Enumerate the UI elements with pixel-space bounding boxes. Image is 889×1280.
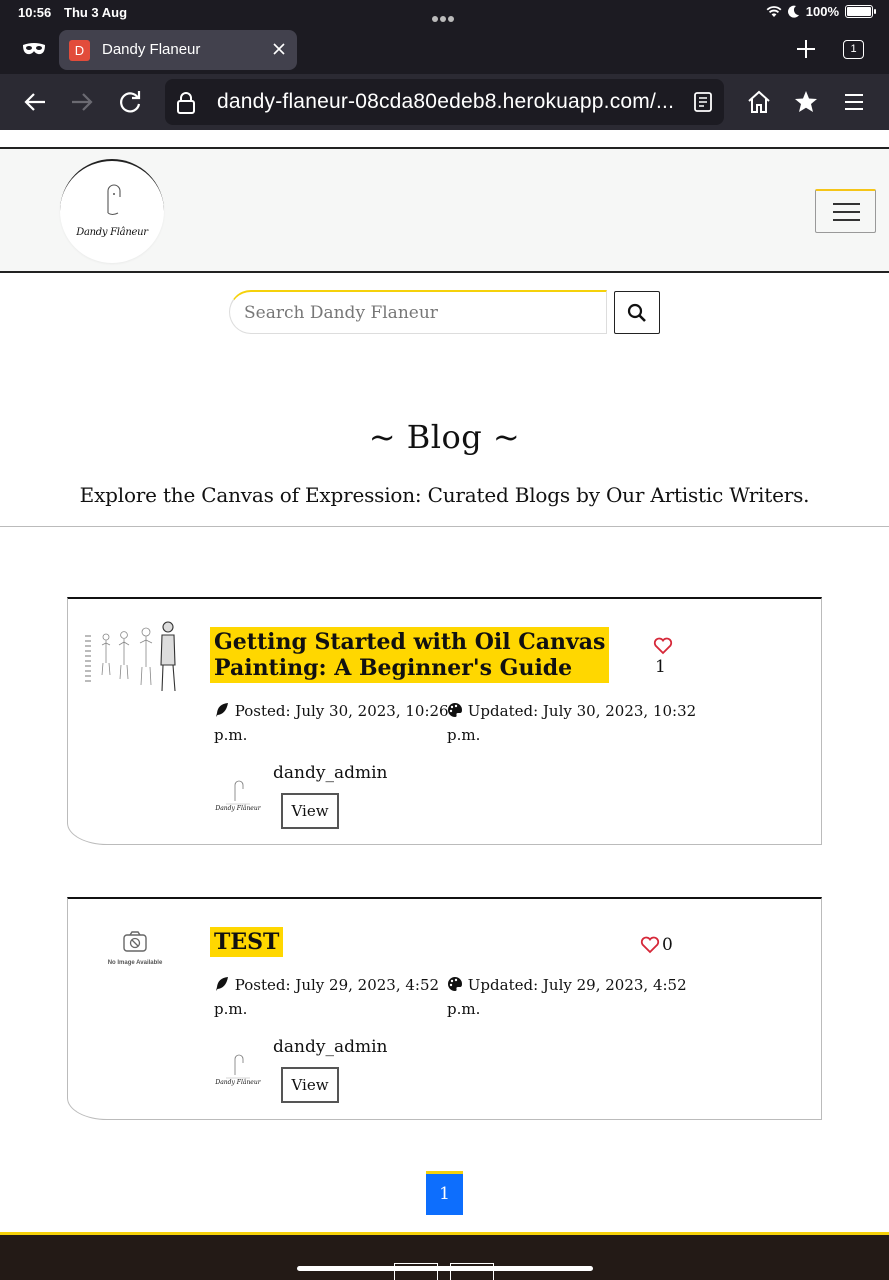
author-name: dandy_admin [273,763,388,783]
search-input[interactable] [229,290,607,334]
feather-icon [216,703,228,717]
status-time: 10:56 [18,5,52,20]
status-bar: 10:56 Thu 3 Aug 100% [0,0,889,26]
lock-icon [177,92,195,114]
back-arrow-icon[interactable] [21,88,49,116]
like-count: 0 [662,935,673,955]
forward-arrow-icon[interactable] [68,88,96,116]
no-image-text: No Image Available [107,960,163,966]
post-title-line: Getting Started with Oil Canvas [214,629,606,655]
search-icon [627,303,646,322]
author-avatar-text: Dandy Flâneur [215,805,261,812]
battery-percent: 100% [805,4,839,19]
logo-figure-icon [107,184,121,215]
posted-text: Posted: July 29, 2023, 4:52 [234,976,440,994]
heart-icon[interactable] [640,936,660,954]
url-bar[interactable]: dandy-flaneur-08cda80edeb8.herokuapp.com… [165,79,724,125]
updated-text-cont: p.m. [447,726,481,744]
bookmark-star-icon[interactable] [792,88,820,116]
menu-icon[interactable] [840,88,868,116]
page-title: ~ Blog ~ [368,418,521,456]
tab-bar: D Dandy Flaneur 1 [0,26,889,74]
battery-icon [845,5,876,18]
divider [0,526,889,527]
posted-text-cont: p.m. [214,1000,248,1018]
updated-text-cont: p.m. [447,1000,481,1018]
multitasking-dots-icon[interactable] [432,10,458,22]
tab-count-button[interactable]: 1 [843,40,864,59]
feather-icon [216,977,228,991]
hamburger-menu-button[interactable] [815,189,876,233]
search-button[interactable] [614,291,660,334]
palette-icon [448,703,462,717]
blog-post-card: No Image Available TEST 0 Posted: July 2… [67,897,822,1120]
view-post-button[interactable]: View [281,1067,339,1103]
posted-text-cont: p.m. [214,726,248,744]
page-subtitle: Explore the Canvas of Expression: Curate… [79,483,810,507]
moon-icon [787,5,799,18]
no-image-camera-icon [123,931,147,952]
posted-text: Posted: July 30, 2023, 10:26 [234,702,449,720]
view-post-button[interactable]: View [281,793,339,829]
tab-title: Dandy Flaneur [102,41,201,58]
author-logo-icon [226,1054,250,1079]
site-header: Dandy Flâneur [0,147,889,273]
new-tab-icon[interactable] [795,38,817,60]
updated-text: Updated: July 29, 2023, 4:52 [467,976,687,994]
palette-icon [448,977,462,991]
home-indicator[interactable] [297,1266,593,1271]
site-logo[interactable]: Dandy Flâneur [60,159,164,263]
author-avatar: Dandy Flâneur [212,773,264,825]
browser-toolbar: dandy-flaneur-08cda80edeb8.herokuapp.com… [0,74,889,130]
close-tab-icon[interactable] [271,41,287,57]
status-date: Thu 3 Aug [64,5,128,20]
logo-text: Dandy Flâneur [76,227,148,238]
like-counter[interactable]: 0 [640,935,673,955]
like-count: 1 [655,657,666,677]
updated-date: Updated: July 29, 2023, 4:52 p.m. [447,973,687,1021]
browser-tab[interactable]: D Dandy Flaneur [59,30,297,70]
blog-post-card: Getting Started with Oil Canvas Painting… [67,597,822,845]
post-title-line: TEST [214,929,280,955]
posted-date: Posted: July 29, 2023, 4:52 p.m. [214,973,439,1021]
updated-text: Updated: July 30, 2023, 10:32 [467,702,697,720]
like-counter[interactable]: 1 [653,635,673,677]
updated-date: Updated: July 30, 2023, 10:32 p.m. [447,699,696,747]
author-avatar: Dandy Flâneur [212,1047,264,1099]
post-thumbnail-sketch[interactable] [84,615,184,699]
post-title-line: Painting: A Beginner's Guide [214,655,573,681]
reload-icon[interactable] [116,88,144,116]
no-image-placeholder[interactable]: No Image Available [92,925,178,975]
private-mask-icon[interactable] [22,42,46,56]
home-icon[interactable] [745,88,773,116]
wifi-icon [766,6,782,17]
tab-favicon: D [69,40,90,61]
author-name: dandy_admin [273,1037,388,1057]
url-text[interactable]: dandy-flaneur-08cda80edeb8.herokuapp.com… [217,90,674,114]
heart-icon[interactable] [653,637,673,655]
post-title-link[interactable]: Getting Started with Oil Canvas Painting… [210,627,610,683]
author-logo-icon [226,780,250,805]
search-form [217,288,672,336]
site-footer [0,1232,889,1280]
post-title-link[interactable]: TEST [210,927,284,957]
author-avatar-text: Dandy Flâneur [215,1079,261,1086]
posted-date: Posted: July 30, 2023, 10:26 p.m. [214,699,449,747]
reader-view-icon[interactable] [692,91,714,113]
pagination-current-page[interactable]: 1 [426,1171,463,1215]
